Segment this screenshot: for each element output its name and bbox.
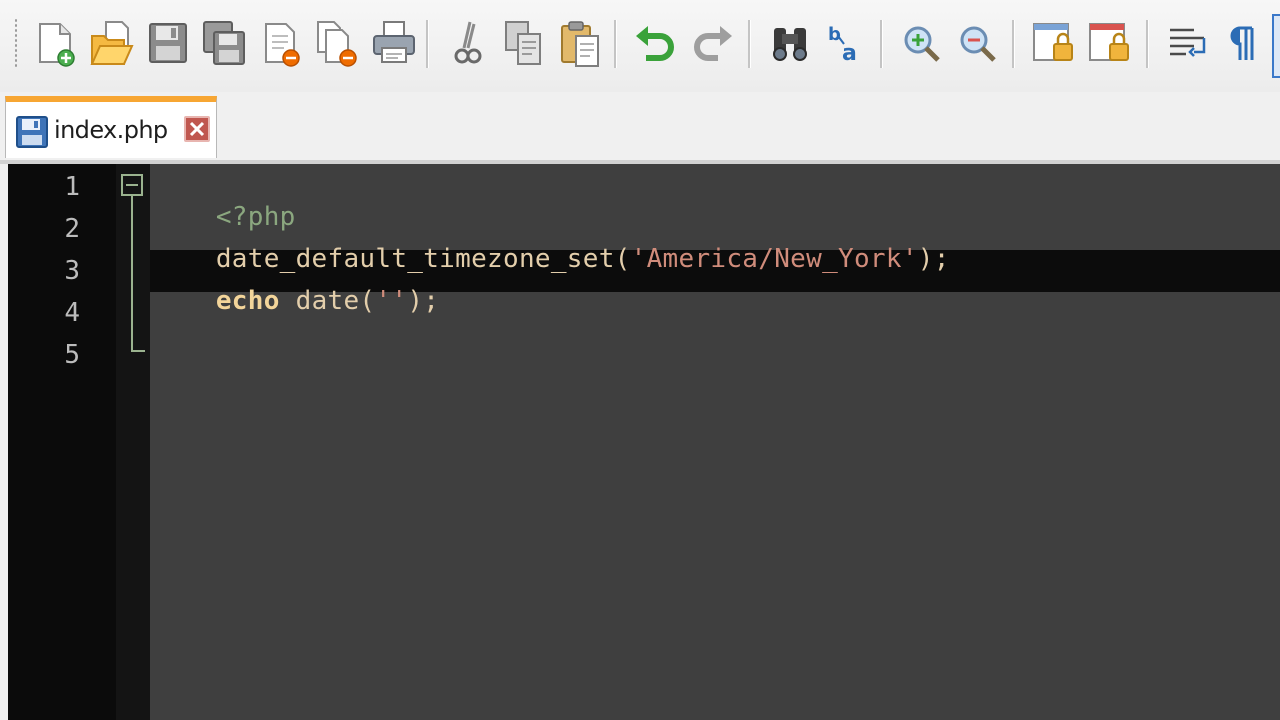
undo-icon: [636, 26, 674, 61]
close-button[interactable]: [258, 18, 306, 70]
line-number: 5: [64, 340, 80, 370]
toolbar-separator: [748, 20, 751, 68]
sync-horizontal-icon: [1089, 23, 1129, 61]
line-number: 2: [64, 214, 80, 244]
line-number: 4: [64, 298, 80, 328]
cut-icon: [454, 21, 482, 64]
find-icon: [773, 28, 807, 61]
toolbar-separator: [614, 20, 617, 68]
toolbar-separator: [1012, 20, 1015, 68]
paste-icon: [561, 21, 599, 67]
print-button[interactable]: [370, 18, 418, 70]
new-file-button[interactable]: [32, 18, 80, 70]
save-all-button[interactable]: [200, 18, 248, 70]
sync-horizontal-button[interactable]: [1086, 18, 1134, 70]
close-tab-icon: [189, 121, 205, 137]
zoom-out-icon: [960, 26, 996, 62]
tab-index-php[interactable]: index.php: [5, 96, 217, 158]
show-all-characters-button[interactable]: [1220, 18, 1268, 70]
code-string: 'America/New_York': [630, 244, 918, 274]
fold-toggle-icon[interactable]: [121, 174, 143, 196]
close-icon: [265, 23, 300, 67]
code-line-3: echo date('');: [152, 256, 439, 346]
fold-margin: [116, 164, 150, 720]
save-button[interactable]: [144, 18, 192, 70]
zoom-out-button[interactable]: [954, 18, 1002, 70]
toolbar-separator: [426, 20, 429, 68]
toolbar: b a: [0, 0, 1280, 93]
code-punctuation: );: [917, 244, 950, 274]
new-file-icon: [39, 23, 75, 67]
word-wrap-button[interactable]: [1164, 18, 1212, 70]
toolbar-overflow-button[interactable]: [1272, 14, 1280, 78]
word-wrap-icon: [1170, 28, 1206, 57]
code-keyword: echo: [215, 286, 280, 316]
copy-icon: [505, 21, 541, 65]
undo-button[interactable]: [632, 18, 680, 70]
fold-guide-end: [131, 350, 145, 352]
cut-button[interactable]: [444, 18, 492, 70]
line-number: 1: [64, 172, 80, 202]
print-icon: [373, 21, 415, 63]
close-all-icon: [317, 21, 357, 67]
save-all-icon: [203, 21, 245, 65]
replace-button[interactable]: b a: [822, 18, 870, 70]
redo-button[interactable]: [688, 18, 736, 70]
tab-label: index.php: [54, 116, 168, 144]
open-file-icon: [90, 21, 134, 65]
saved-file-icon: [16, 116, 48, 148]
open-file-button[interactable]: [88, 18, 136, 70]
svg-text:a: a: [842, 41, 857, 66]
show-all-characters-icon: [1230, 26, 1254, 60]
code-string: '': [375, 286, 408, 316]
code-function-call: date(: [279, 286, 376, 316]
line-number-gutter: 1 2 3 4 5: [8, 164, 116, 720]
tab-close-button[interactable]: [184, 116, 210, 142]
toolbar-separator: [880, 20, 883, 68]
code-punctuation: );: [407, 286, 440, 316]
fold-guide-line: [131, 196, 133, 352]
line-number: 3: [64, 256, 80, 286]
sync-vertical-button[interactable]: [1030, 18, 1078, 70]
redo-icon: [694, 26, 732, 61]
code-editor[interactable]: 1 2 3 4 5 <?php date_default_timezone_se…: [8, 164, 1280, 720]
tab-bar: index.php: [0, 92, 1280, 164]
zoom-in-button[interactable]: [898, 18, 946, 70]
paste-button[interactable]: [556, 18, 604, 70]
find-button[interactable]: [766, 18, 814, 70]
copy-button[interactable]: [500, 18, 548, 70]
replace-icon: b a: [828, 24, 857, 66]
sync-vertical-icon: [1033, 23, 1073, 61]
save-icon: [149, 23, 187, 63]
close-all-button[interactable]: [314, 18, 362, 70]
toolbar-separator: [1146, 20, 1149, 68]
svg-text:b: b: [828, 24, 841, 45]
zoom-in-icon: [904, 26, 940, 62]
